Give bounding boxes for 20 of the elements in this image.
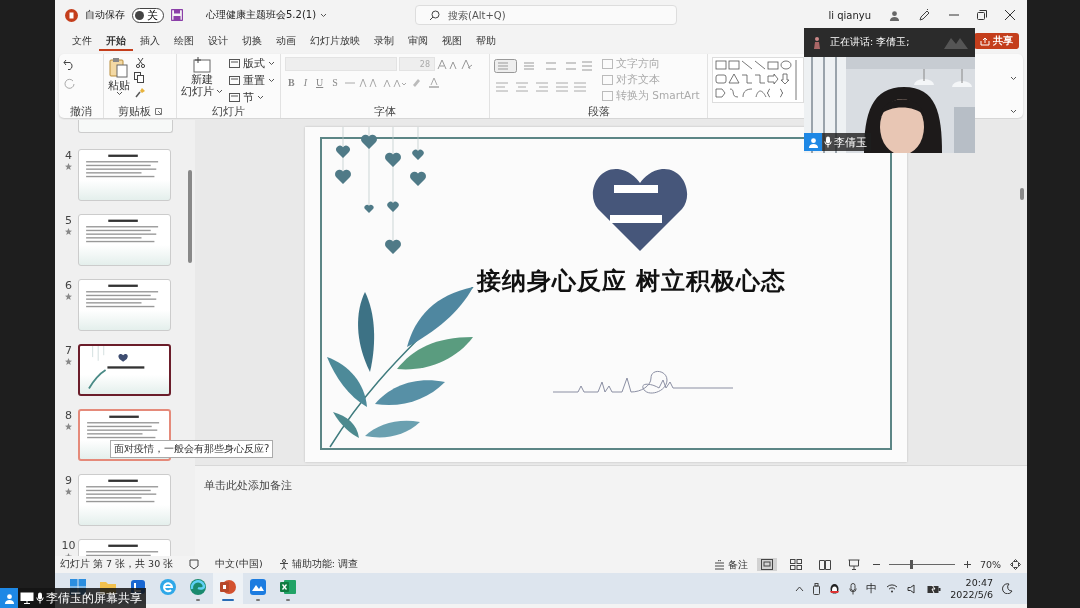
slide-number: 9 — [65, 474, 72, 487]
speaking-label: 正在讲话: 李倩玉; — [830, 36, 910, 49]
slide-number: 6 — [65, 279, 72, 292]
screen-share-label: 李倩玉的屏幕共享 — [46, 589, 142, 607]
participant-name: 李倩玉 — [834, 134, 867, 150]
group-label: 撤消 — [70, 104, 92, 119]
slide-number: 5 — [65, 214, 72, 227]
group-label: 段落 — [587, 104, 610, 119]
group-label: 字体 — [374, 104, 396, 119]
slide-number: 7 — [65, 344, 72, 357]
slide-number: 4 — [65, 149, 72, 162]
slide-number: 10 — [61, 539, 76, 552]
slide-number: 8 — [65, 409, 72, 422]
slide-title: 接纳身心反应 树立积极心态 — [477, 265, 787, 297]
autosave-label: 自动保存 — [85, 8, 125, 22]
slide-count: 幻灯片 第 7 张，共 30 张 — [60, 558, 174, 571]
tooltip: 面对疫情，一般会有那些身心反应? — [110, 440, 274, 458]
group-label: 剪贴板 — [118, 104, 151, 119]
group-label: 幻灯片 — [212, 104, 245, 119]
user-name: li qianyu — [828, 9, 871, 21]
